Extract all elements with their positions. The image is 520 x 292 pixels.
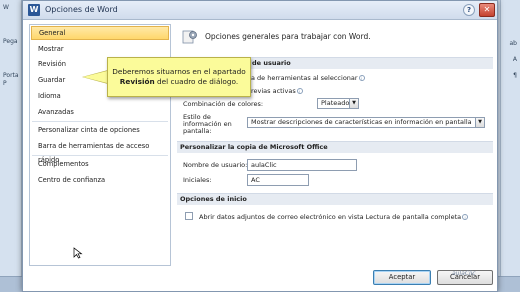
nav-item-general[interactable]: General bbox=[31, 26, 169, 40]
section-personalize: Personalizar la copia de Microsoft Offic… bbox=[177, 141, 493, 153]
callout-pointer bbox=[83, 71, 107, 83]
tooltip-style-select[interactable]: Mostrar descripciones de características… bbox=[247, 117, 485, 128]
chevron-down-icon[interactable]: ▼ bbox=[475, 118, 484, 127]
info-icon: i bbox=[462, 214, 469, 220]
nav-item-centro-confianza[interactable]: Centro de confianza bbox=[31, 173, 169, 187]
initials-field[interactable]: AC bbox=[247, 174, 309, 186]
bg-fragment: W bbox=[3, 4, 9, 11]
nav-item-barra-acceso-rapido[interactable]: Barra de herramientas de acceso rápido bbox=[31, 139, 169, 164]
tutorial-callout: Deberemos situarnos en el apartado Revis… bbox=[107, 57, 251, 97]
section-startup: Opciones de inicio bbox=[177, 193, 493, 205]
color-scheme-select[interactable]: Plateado ▼ bbox=[317, 98, 359, 109]
previews-option-label: revias activas i bbox=[251, 87, 303, 95]
username-label: Nombre de usuario: bbox=[183, 161, 248, 169]
initials-label: Iniciales: bbox=[183, 176, 212, 184]
nav-divider bbox=[32, 121, 168, 122]
accept-button[interactable]: Aceptar bbox=[373, 270, 431, 285]
open-attachments-checkbox[interactable] bbox=[185, 212, 193, 220]
nav-item-mostrar[interactable]: Mostrar bbox=[31, 42, 169, 56]
bg-fragment: A bbox=[512, 56, 517, 63]
word-app-icon: W bbox=[28, 4, 40, 16]
dialog-title: Opciones de Word bbox=[45, 5, 118, 14]
help-icon[interactable]: ? bbox=[463, 4, 475, 16]
bg-fragment: ¶ bbox=[513, 72, 517, 79]
color-scheme-label: Combinación de colores: bbox=[183, 100, 264, 108]
bg-fragment: P bbox=[3, 80, 7, 87]
chevron-down-icon[interactable]: ▼ bbox=[349, 99, 358, 108]
tooltip-style-label: pantalla: bbox=[183, 127, 212, 135]
word-right-panel: ab A ¶ bbox=[500, 0, 520, 292]
dialog-titlebar[interactable]: W Opciones de Word ? ✕ bbox=[23, 1, 497, 20]
close-icon[interactable]: ✕ bbox=[479, 3, 495, 17]
nav-item-avanzadas[interactable]: Avanzadas bbox=[31, 105, 169, 119]
nav-divider bbox=[32, 155, 168, 156]
open-attachments-label: Abrir datos adjuntos de correo electróni… bbox=[199, 213, 469, 221]
nav-item-complementos[interactable]: Complementos bbox=[31, 157, 169, 171]
toolbar-option-label: a de herramientas al seleccionar i bbox=[251, 74, 365, 82]
callout-line: Deberemos situarnos en el apartado bbox=[112, 67, 246, 76]
nav-item-personalizar-cinta[interactable]: Personalizar cinta de opciones bbox=[31, 123, 169, 137]
word-options-dialog: W Opciones de Word ? ✕ General Mostrar R… bbox=[22, 0, 498, 292]
info-icon: i bbox=[358, 75, 365, 81]
options-gear-icon bbox=[182, 30, 197, 44]
info-icon: i bbox=[296, 88, 303, 94]
bg-fragment: ab bbox=[509, 40, 518, 47]
bg-fragment: Pega bbox=[3, 38, 18, 45]
watermark: aulaClic bbox=[452, 270, 476, 277]
page-title: Opciones generales para trabajar con Wor… bbox=[205, 32, 371, 41]
bg-fragment: Porta bbox=[3, 72, 19, 79]
username-field[interactable]: aulaClic bbox=[247, 159, 357, 171]
word-left-panel: W Pega Porta P bbox=[0, 0, 22, 292]
mouse-cursor-icon bbox=[73, 247, 83, 259]
callout-line: Revisión del cuadro de diálogo. bbox=[119, 77, 239, 86]
section-label: de usuario bbox=[252, 59, 291, 67]
